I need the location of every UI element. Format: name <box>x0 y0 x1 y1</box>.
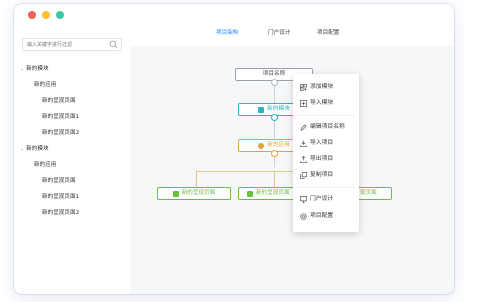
page-label: 新的呈现页面 <box>181 190 216 196</box>
app-icon <box>258 142 265 149</box>
tree-item-module[interactable]: ⌄ 新的模块 <box>20 145 49 153</box>
tree-item-label: 新的应用 <box>34 82 57 88</box>
zoom-window-button[interactable] <box>56 11 64 19</box>
tree-item-label: 新的呈现页面1 <box>42 194 80 200</box>
tree-item-page[interactable]: 新的呈现页面1 <box>42 113 79 121</box>
menu-item-label: 复制项目 <box>310 172 334 178</box>
export-icon <box>300 155 307 163</box>
page-node[interactable]: 新的呈现页面 <box>157 187 231 200</box>
menu-item-import-project[interactable]: 导入项目 <box>300 139 333 147</box>
tree-item-page[interactable]: 新的呈现页面2 <box>42 129 79 137</box>
chevron-down-icon[interactable]: ⌄ <box>20 145 24 153</box>
main-panel: 项目架构 门户设计 项目配置 <box>130 26 454 294</box>
connector-line <box>274 171 275 187</box>
filter-input[interactable] <box>22 38 122 51</box>
tree-item-label: 新的呈现页面2 <box>42 130 80 136</box>
menu-item-label: 编辑项目名称 <box>310 124 345 130</box>
menu-item-import-module[interactable]: 导入模块 <box>300 99 333 107</box>
module-icon <box>258 106 265 113</box>
menu-item-portal-design[interactable]: 门户设计 <box>300 195 333 203</box>
app-window: ⌄新的模块 新的应用 新的呈现页面 新的呈现页面1 新的呈现页面2 ⌄新的模块 … <box>14 4 454 294</box>
page-node[interactable]: 新的呈现页面 <box>238 187 296 200</box>
tree-item-page[interactable]: 新的呈现页面 <box>42 97 76 105</box>
menu-item-export-project[interactable]: 导出项目 <box>300 155 333 163</box>
tree-item-module[interactable]: ⌄ 新的模块 <box>20 65 49 73</box>
tree-item-page[interactable]: 新的呈现页面 <box>42 177 76 185</box>
gear-icon <box>300 212 307 220</box>
collapse-toggle[interactable] <box>271 114 278 121</box>
context-menu: 添加模块 导入模块 编辑项目名称 导入项目 导出项目 复制项目 门户设计 项目配… <box>293 74 359 232</box>
tab-project-config[interactable]: 项目配置 <box>317 29 341 37</box>
menu-item-label: 导出项目 <box>310 156 334 162</box>
menu-item-edit-name[interactable]: 编辑项目名称 <box>300 123 345 131</box>
menu-item-copy-project[interactable]: 复制项目 <box>300 171 333 179</box>
tree-item-label: 新的呈现页面 <box>42 178 76 184</box>
tree-item-page[interactable]: 新的呈现页面1 <box>42 193 79 201</box>
menu-item-add-module[interactable]: 添加模块 <box>300 83 333 91</box>
page-label: 新的呈现页面 <box>256 190 290 196</box>
search-icon[interactable] <box>109 40 118 49</box>
tree-item-label: 新的模块 <box>26 66 49 72</box>
copy-icon <box>300 171 307 179</box>
menu-item-label: 添加模块 <box>310 84 334 90</box>
menu-item-label: 导入项目 <box>310 140 334 146</box>
tree-item-label: 新的呈现页面2 <box>42 210 80 216</box>
tree-item-app[interactable]: 新的应用 <box>34 81 56 89</box>
tree-item-label: 新的模块 <box>26 146 49 152</box>
minimize-window-button[interactable] <box>42 11 50 19</box>
tab-architecture[interactable]: 项目架构 <box>216 29 240 37</box>
tree-item-label: 新的呈现页面 <box>42 98 76 104</box>
menu-item-project-config[interactable]: 项目配置 <box>300 212 333 220</box>
collapse-toggle[interactable] <box>271 79 278 86</box>
menu-item-label: 导入模块 <box>310 100 334 106</box>
module-label: 新的模块 <box>267 106 290 112</box>
tree-item-label: 新的呈现页面1 <box>42 114 80 120</box>
app-label: 新的应用 <box>267 142 290 148</box>
connector-line <box>196 171 197 187</box>
stage: ⌄新的模块 新的应用 新的呈现页面 新的呈现页面1 新的呈现页面2 ⌄新的模块 … <box>0 0 500 302</box>
canvas-area <box>130 46 454 294</box>
page-icon <box>172 190 179 197</box>
chevron-down-icon[interactable]: ⌄ <box>20 65 24 73</box>
menu-item-label: 门户设计 <box>310 196 334 202</box>
menu-separator <box>297 115 355 116</box>
page-icon <box>247 190 253 197</box>
menu-item-label: 项目配置 <box>310 213 334 219</box>
tree-item-page[interactable]: 新的呈现页面2 <box>42 209 79 217</box>
close-window-button[interactable] <box>28 11 36 19</box>
tab-portal-design[interactable]: 门户设计 <box>268 29 292 37</box>
import-module-icon <box>300 99 307 107</box>
tree-item-label: 新的应用 <box>34 162 57 168</box>
tab-bar: 项目架构 门户设计 项目配置 <box>130 26 454 47</box>
tree-item-app[interactable]: 新的应用 <box>34 161 56 169</box>
collapse-toggle[interactable] <box>271 150 278 157</box>
menu-separator <box>297 187 355 188</box>
title-bar <box>14 4 454 26</box>
add-module-icon <box>300 83 307 91</box>
import-icon <box>300 139 307 147</box>
sidebar: ⌄新的模块 新的应用 新的呈现页面 新的呈现页面1 新的呈现页面2 ⌄新的模块 … <box>14 32 130 294</box>
edit-icon <box>300 123 307 131</box>
monitor-icon <box>300 195 307 203</box>
